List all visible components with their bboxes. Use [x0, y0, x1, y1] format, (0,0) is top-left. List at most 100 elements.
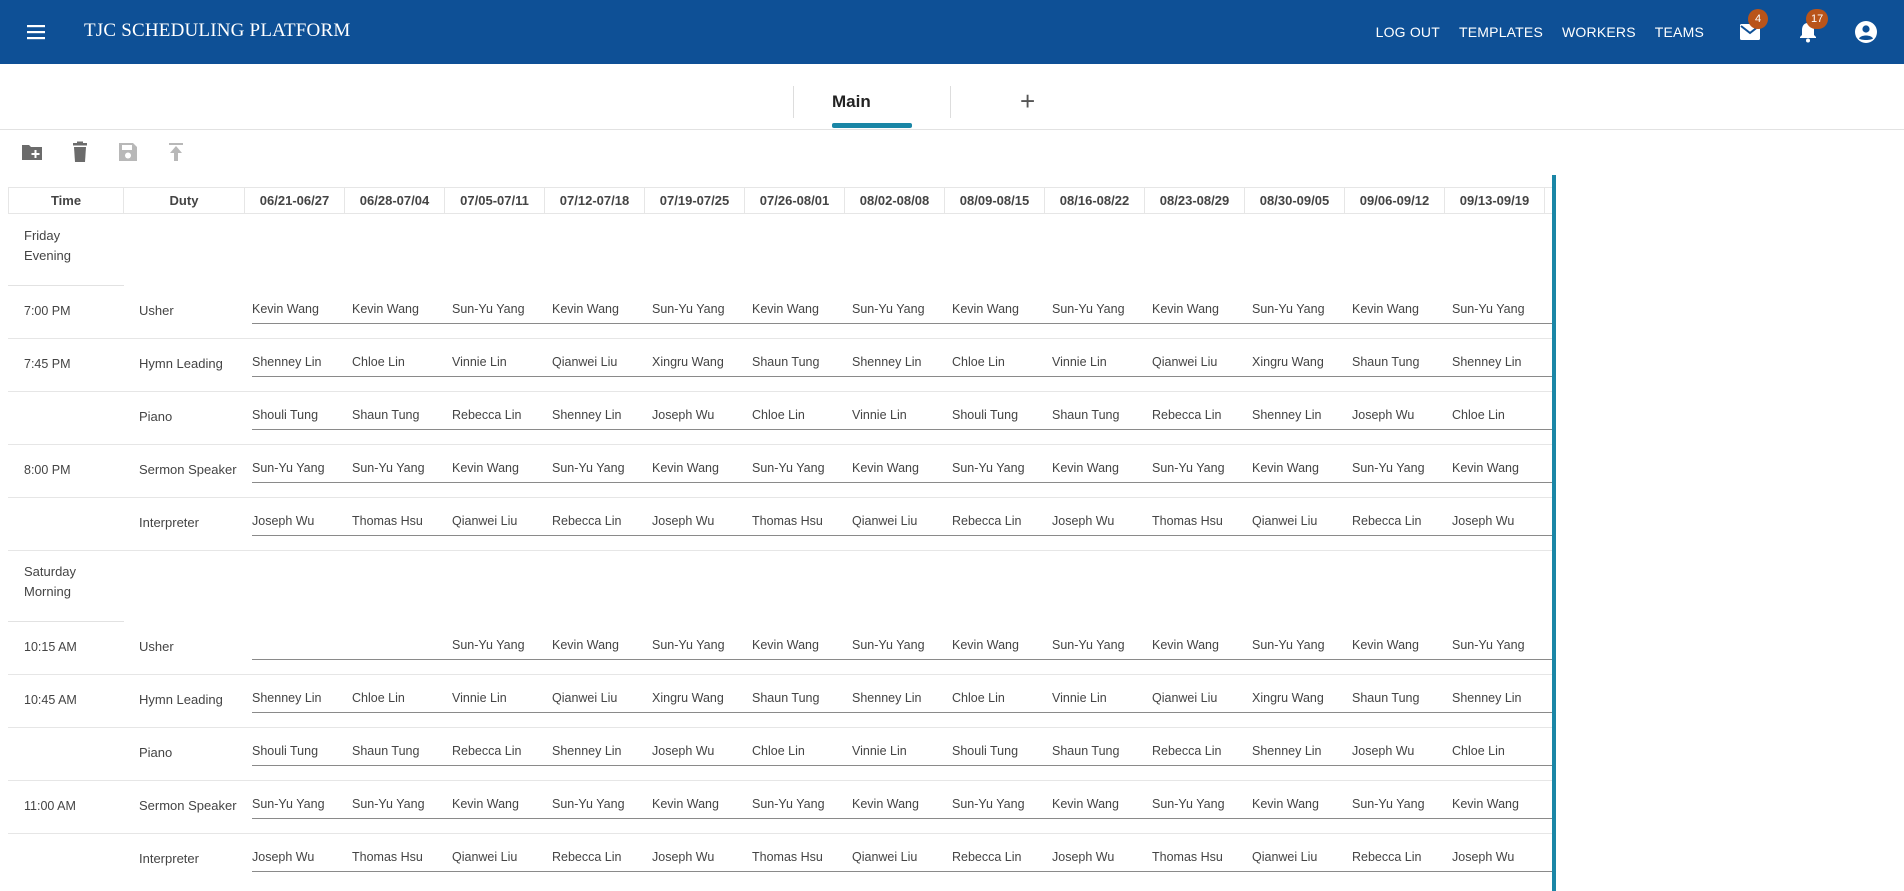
worker-cell[interactable]: Kevin Wang [852, 797, 952, 811]
worker-cell[interactable]: Sun-Yu Yang [1152, 461, 1252, 475]
worker-cell[interactable]: Kevin Wang [1352, 302, 1452, 316]
worker-cell[interactable]: Qianwei Liu [1152, 355, 1252, 369]
week-header[interactable]: 08/30-09/05 [1245, 188, 1345, 214]
worker-cell[interactable]: Kevin Wang [1352, 638, 1452, 652]
worker-cell[interactable]: Sun-Yu Yang [452, 638, 552, 652]
worker-cell[interactable]: Shenney Lin [252, 691, 352, 705]
save-icon[interactable] [116, 140, 140, 164]
worker-cell[interactable]: Sun-Yu Yang [1352, 797, 1452, 811]
add-tab-button[interactable]: + [1020, 88, 1035, 114]
week-header[interactable]: 08/23-08/29 [1145, 188, 1245, 214]
worker-cell[interactable]: Xingru Wang [652, 355, 752, 369]
week-header[interactable]: 08/16-08/22 [1045, 188, 1145, 214]
worker-cell[interactable]: Shouli Tung [952, 744, 1052, 758]
worker-cell[interactable]: Rebecca Lin [952, 850, 1052, 864]
templates-link[interactable]: TEMPLATES [1459, 24, 1543, 40]
worker-cell[interactable]: Kevin Wang [1452, 797, 1552, 811]
worker-cell[interactable]: Kevin Wang [852, 461, 952, 475]
week-header[interactable]: 08/09-08/15 [945, 188, 1045, 214]
worker-cell[interactable]: Vinnie Lin [852, 408, 952, 422]
worker-cell[interactable]: Chloe Lin [1452, 408, 1552, 422]
worker-cell[interactable]: Kevin Wang [552, 638, 652, 652]
worker-cell[interactable]: Shaun Tung [1352, 691, 1452, 705]
week-header[interactable]: 08/02-08/08 [845, 188, 945, 214]
worker-cell[interactable]: Shenney Lin [1252, 744, 1352, 758]
worker-cell[interactable]: Shenney Lin [552, 744, 652, 758]
worker-cell[interactable]: Joseph Wu [1352, 744, 1452, 758]
worker-cell[interactable]: Kevin Wang [1152, 638, 1252, 652]
worker-cell[interactable]: Chloe Lin [1452, 744, 1552, 758]
menu-icon[interactable] [25, 21, 47, 43]
worker-cell[interactable]: Kevin Wang [452, 797, 552, 811]
worker-cell[interactable]: Xingru Wang [1252, 355, 1352, 369]
worker-cell[interactable]: Kevin Wang [652, 797, 752, 811]
worker-cell[interactable]: Rebecca Lin [952, 514, 1052, 528]
worker-cell[interactable]: Kevin Wang [1152, 302, 1252, 316]
delete-icon[interactable] [68, 140, 92, 164]
worker-cell[interactable]: Shaun Tung [1352, 355, 1452, 369]
worker-cell[interactable]: Thomas Hsu [1152, 850, 1252, 864]
worker-cell[interactable]: Qianwei Liu [852, 850, 952, 864]
worker-cell[interactable]: Shenney Lin [252, 355, 352, 369]
worker-cell[interactable]: Sun-Yu Yang [652, 302, 752, 316]
worker-cell[interactable]: Rebecca Lin [1152, 408, 1252, 422]
worker-cell[interactable]: Shenney Lin [552, 408, 652, 422]
worker-cell[interactable]: Kevin Wang [452, 461, 552, 475]
grid-scroll-edge[interactable] [1552, 175, 1556, 891]
worker-cell[interactable]: Chloe Lin [952, 691, 1052, 705]
worker-cell[interactable]: Shenney Lin [1252, 408, 1352, 422]
worker-cell[interactable]: Vinnie Lin [1052, 691, 1152, 705]
worker-cell[interactable]: Sun-Yu Yang [1252, 302, 1352, 316]
worker-cell[interactable]: Rebecca Lin [552, 514, 652, 528]
worker-cell[interactable]: Chloe Lin [752, 744, 852, 758]
worker-cell[interactable]: Qianwei Liu [452, 514, 552, 528]
worker-cell[interactable]: Qianwei Liu [1252, 850, 1352, 864]
worker-cell[interactable]: Rebecca Lin [1352, 514, 1452, 528]
worker-cell[interactable]: Kevin Wang [752, 302, 852, 316]
notifications-button[interactable]: 17 [1794, 9, 1829, 46]
worker-cell[interactable]: Joseph Wu [1352, 408, 1452, 422]
worker-cell[interactable]: Kevin Wang [552, 302, 652, 316]
worker-cell[interactable]: Joseph Wu [652, 744, 752, 758]
worker-cell[interactable]: Qianwei Liu [552, 691, 652, 705]
worker-cell[interactable]: Sun-Yu Yang [1152, 797, 1252, 811]
worker-cell[interactable]: Kevin Wang [752, 638, 852, 652]
worker-cell[interactable]: Vinnie Lin [1052, 355, 1152, 369]
worker-cell[interactable]: Xingru Wang [652, 691, 752, 705]
worker-cell[interactable]: Sun-Yu Yang [252, 461, 352, 475]
worker-cell[interactable]: Joseph Wu [652, 408, 752, 422]
worker-cell[interactable]: Shaun Tung [752, 355, 852, 369]
week-header[interactable]: 09/06-09/12 [1345, 188, 1445, 214]
worker-cell[interactable]: Joseph Wu [1452, 850, 1552, 864]
worker-cell[interactable]: Rebecca Lin [1152, 744, 1252, 758]
worker-cell[interactable]: Qianwei Liu [852, 514, 952, 528]
worker-cell[interactable]: Shaun Tung [1052, 744, 1152, 758]
worker-cell[interactable]: Joseph Wu [1052, 514, 1152, 528]
worker-cell[interactable]: Joseph Wu [1052, 850, 1152, 864]
worker-cell[interactable]: Joseph Wu [1452, 514, 1552, 528]
worker-cell[interactable]: Sun-Yu Yang [552, 797, 652, 811]
worker-cell[interactable]: Kevin Wang [1452, 461, 1552, 475]
worker-cell[interactable]: Shaun Tung [352, 744, 452, 758]
worker-cell[interactable]: Vinnie Lin [452, 355, 552, 369]
worker-cell[interactable]: Sun-Yu Yang [952, 461, 1052, 475]
worker-cell[interactable]: Shenney Lin [1452, 355, 1552, 369]
worker-cell[interactable]: Qianwei Liu [552, 355, 652, 369]
week-header[interactable]: 06/28-07/04 [345, 188, 445, 214]
worker-cell[interactable]: Sun-Yu Yang [552, 461, 652, 475]
add-folder-icon[interactable] [20, 140, 44, 164]
worker-cell[interactable]: Sun-Yu Yang [852, 638, 952, 652]
worker-cell[interactable]: Shenney Lin [1452, 691, 1552, 705]
worker-cell[interactable]: Vinnie Lin [852, 744, 952, 758]
worker-cell[interactable]: Chloe Lin [352, 691, 452, 705]
worker-cell[interactable]: Joseph Wu [252, 514, 352, 528]
worker-cell[interactable]: Sun-Yu Yang [852, 302, 952, 316]
worker-cell[interactable]: Sun-Yu Yang [452, 302, 552, 316]
worker-cell[interactable]: Sun-Yu Yang [1452, 302, 1552, 316]
worker-cell[interactable]: Qianwei Liu [1152, 691, 1252, 705]
worker-cell[interactable]: Kevin Wang [952, 638, 1052, 652]
worker-cell[interactable]: Kevin Wang [1052, 461, 1152, 475]
worker-cell[interactable]: Sun-Yu Yang [352, 461, 452, 475]
week-header[interactable]: 09/13-09/19 [1445, 188, 1545, 214]
worker-cell[interactable]: Sun-Yu Yang [652, 638, 752, 652]
